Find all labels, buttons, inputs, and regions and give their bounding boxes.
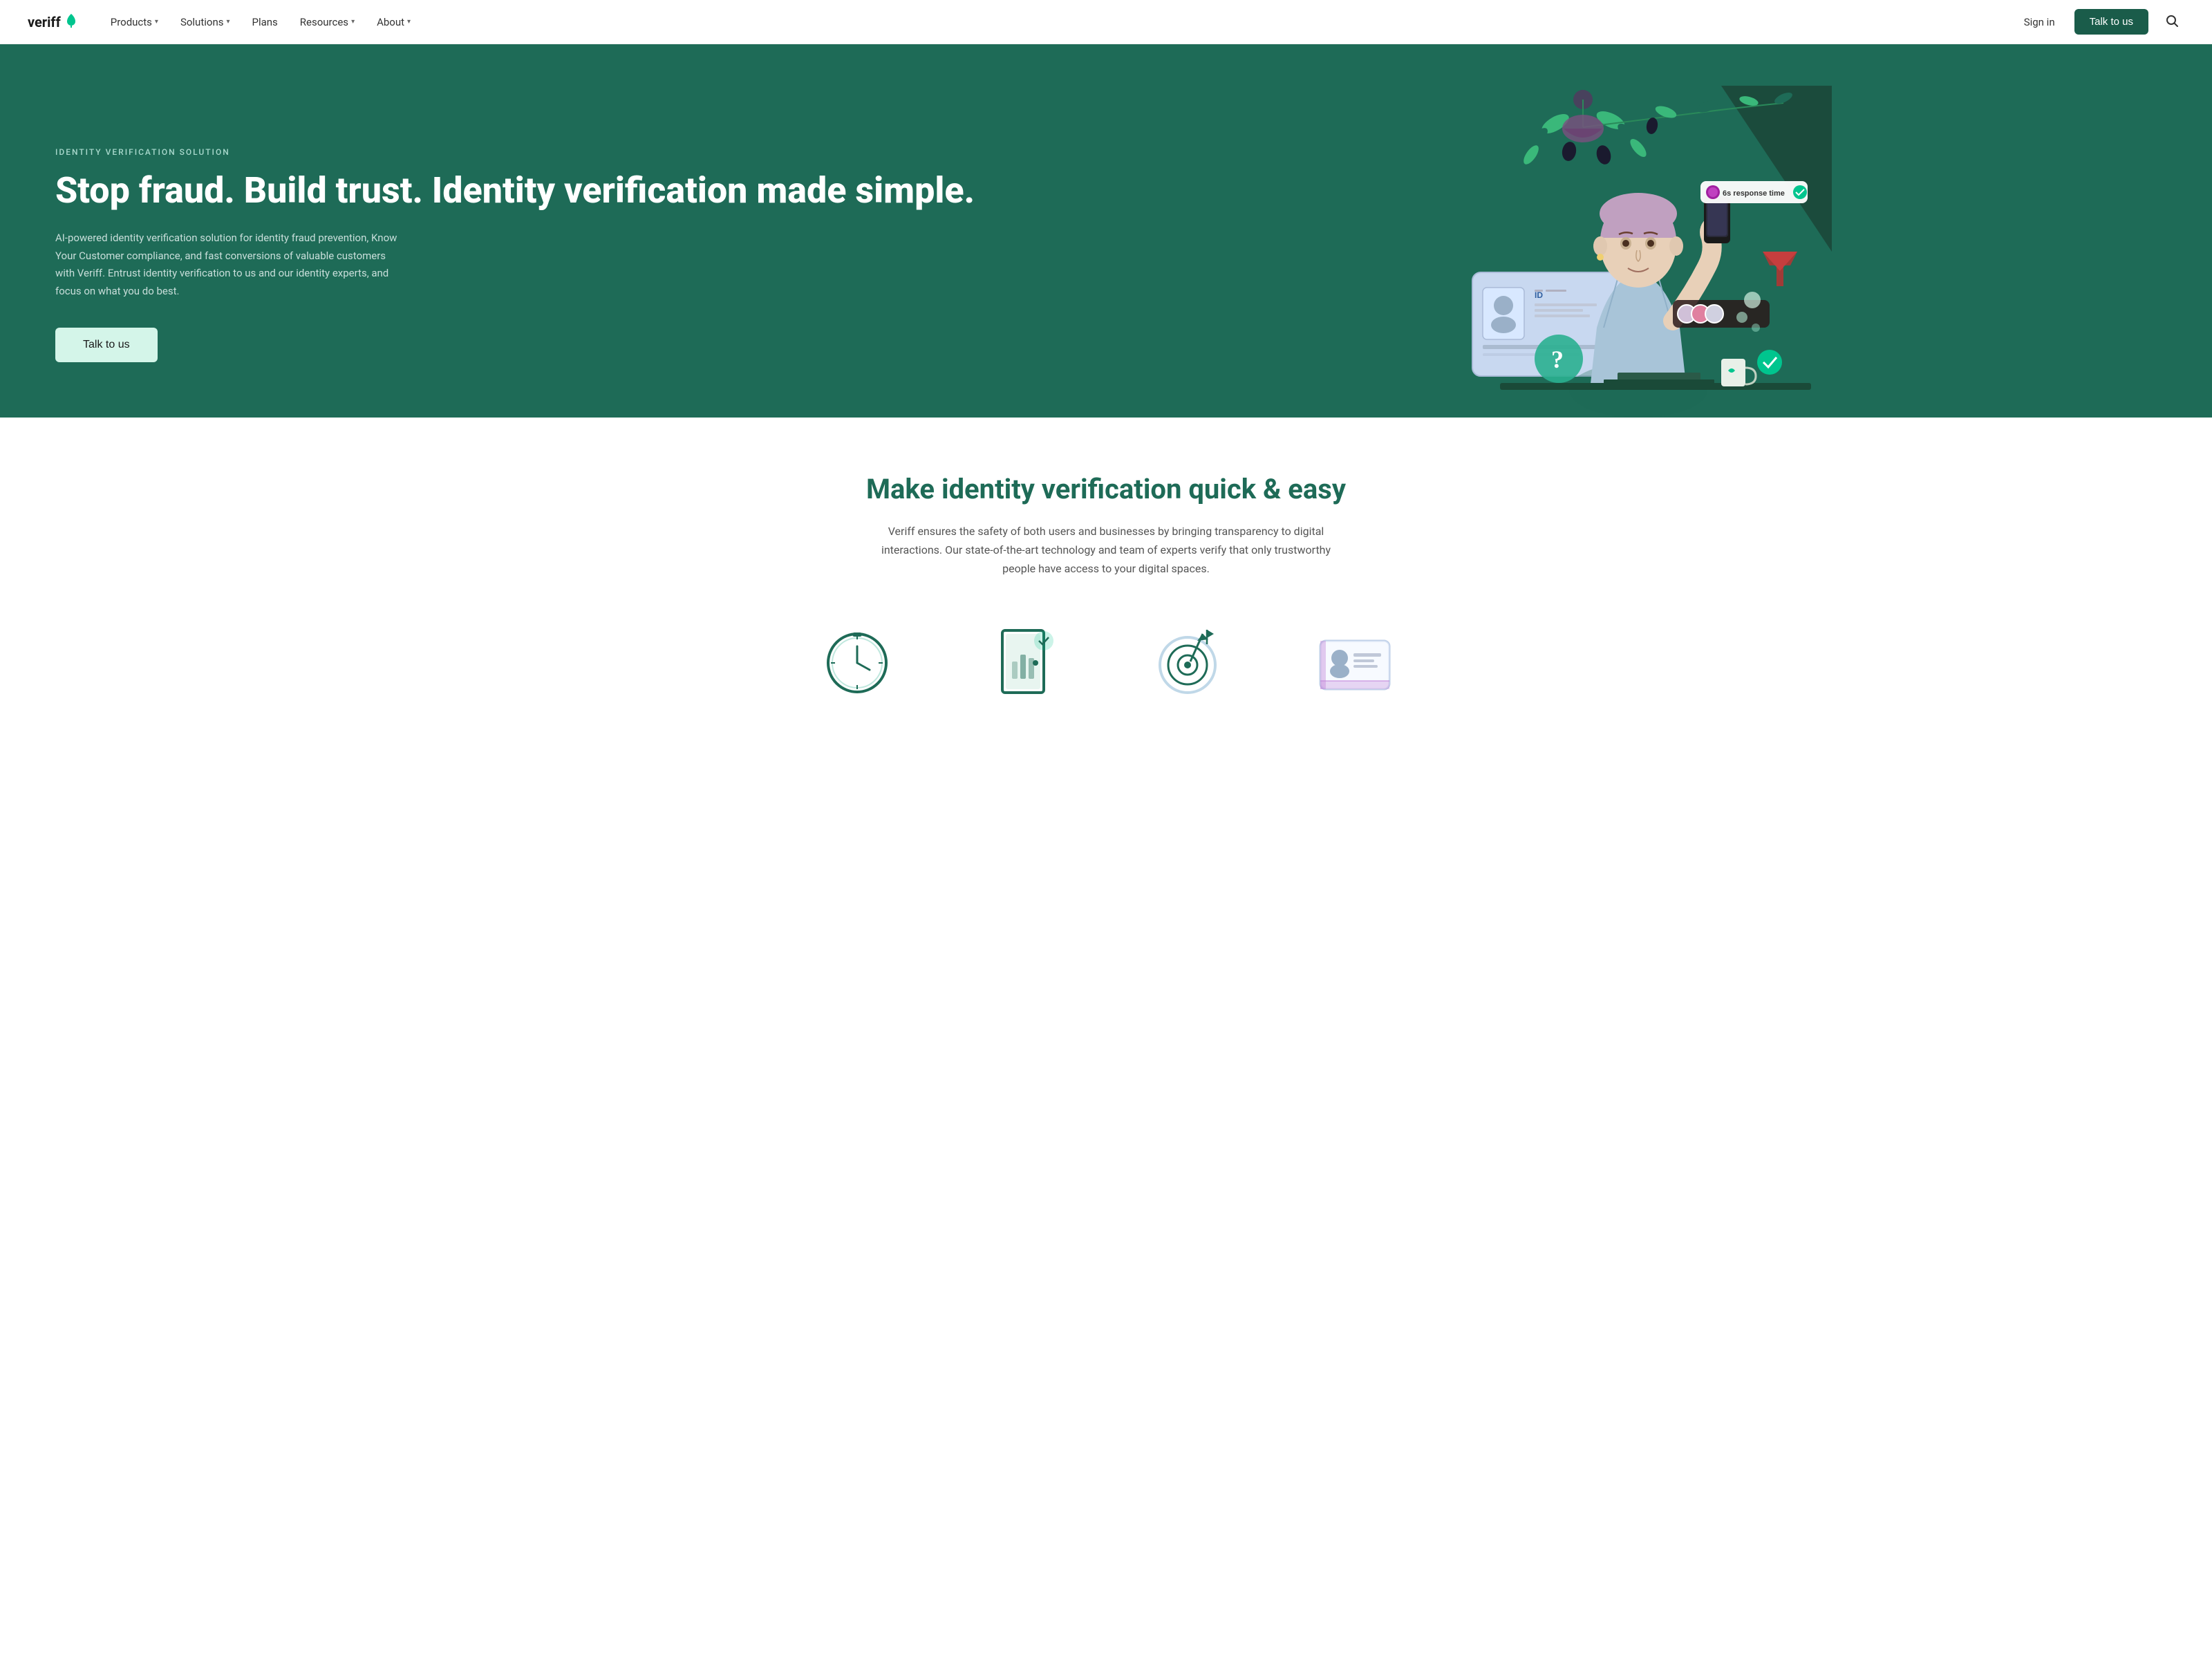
- section2-title: Make identity verification quick & easy: [28, 473, 2184, 505]
- nav-solutions-label: Solutions: [180, 16, 224, 28]
- hero-section: IDENTITY VERIFICATION SOLUTION Stop frau…: [0, 44, 2212, 418]
- nav-item-plans[interactable]: Plans: [244, 10, 286, 34]
- target-icon: [1147, 620, 1230, 703]
- hero-body: AI-powered identity verification solutio…: [55, 229, 401, 300]
- section2-body: Veriff ensures the safety of both users …: [864, 522, 1348, 579]
- search-icon[interactable]: [2159, 8, 2184, 36]
- nav-about-label: About: [377, 16, 404, 28]
- chevron-down-icon: ▾: [407, 18, 411, 26]
- svg-text:?: ?: [1551, 346, 1564, 373]
- talk-to-us-button[interactable]: Talk to us: [2074, 9, 2148, 35]
- chevron-down-icon: ▾: [351, 18, 355, 26]
- hero-illustration: ID ?: [1106, 86, 2157, 418]
- feature-item-target: [1120, 620, 1258, 714]
- hero-eyebrow: IDENTITY VERIFICATION SOLUTION: [55, 147, 1106, 157]
- nav-plans-label: Plans: [252, 16, 278, 28]
- feature-item-clock: [788, 620, 926, 714]
- navbar: veriff Products ▾ Solutions ▾ Plans Res: [0, 0, 2212, 44]
- nav-resources-label: Resources: [300, 16, 348, 28]
- chevron-down-icon: ▾: [226, 18, 229, 26]
- chevron-down-icon: ▾: [155, 18, 158, 26]
- nav-item-products[interactable]: Products ▾: [102, 10, 167, 34]
- logo-leaf-icon: [65, 12, 77, 32]
- door-icon: [982, 620, 1065, 703]
- feature-item-idcard: [1286, 620, 1424, 714]
- nav-item-resources[interactable]: Resources ▾: [292, 10, 363, 34]
- hero-svg: ID ?: [1106, 86, 2157, 418]
- nav-products-label: Products: [111, 16, 152, 28]
- svg-text:ID: ID: [1535, 290, 1543, 300]
- logo[interactable]: veriff: [28, 12, 77, 32]
- nav-item-about[interactable]: About ▾: [368, 10, 419, 34]
- features-grid: [28, 620, 2184, 714]
- nav-item-solutions[interactable]: Solutions ▾: [172, 10, 238, 34]
- signin-button[interactable]: Sign in: [2016, 10, 2063, 34]
- svg-text:6s response time: 6s response time: [1723, 189, 1785, 198]
- feature-item-door: [954, 620, 1092, 714]
- hero-content: IDENTITY VERIFICATION SOLUTION Stop frau…: [55, 147, 1106, 418]
- hero-cta-button[interactable]: Talk to us: [55, 328, 158, 362]
- idcard-icon: [1313, 620, 1396, 703]
- navbar-right: Sign in Talk to us: [2016, 8, 2184, 36]
- section2: Make identity verification quick & easy …: [0, 418, 2212, 756]
- nav-links: Products ▾ Solutions ▾ Plans Resources ▾…: [102, 10, 419, 34]
- navbar-left: veriff Products ▾ Solutions ▾ Plans Res: [28, 10, 419, 34]
- hero-headline: Stop fraud. Build trust. Identity verifi…: [55, 171, 1106, 210]
- clock-icon: [816, 620, 899, 703]
- logo-text: veriff: [28, 14, 61, 30]
